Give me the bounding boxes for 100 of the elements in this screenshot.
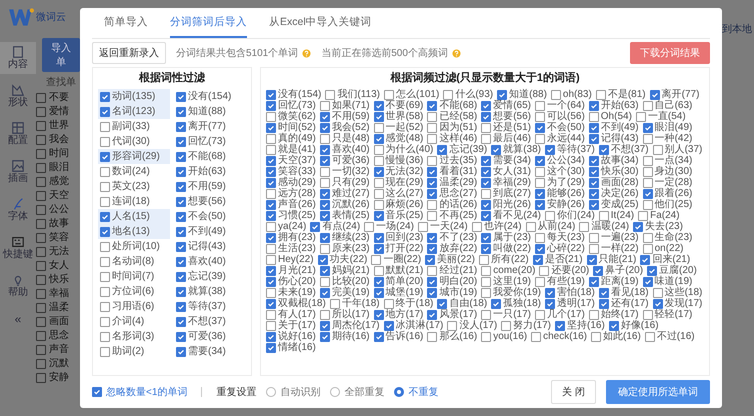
checkbox[interactable] [588, 134, 599, 144]
checkbox[interactable] [374, 266, 384, 276]
radio-button[interactable] [330, 387, 340, 397]
checkbox[interactable] [266, 332, 276, 342]
checkbox[interactable] [266, 100, 276, 110]
checkbox[interactable] [596, 90, 606, 100]
checkbox[interactable] [176, 182, 186, 192]
checkbox[interactable] [176, 196, 186, 206]
checkbox[interactable] [374, 276, 384, 286]
checkbox[interactable] [318, 254, 328, 264]
checkbox[interactable] [650, 90, 660, 100]
checkbox[interactable] [427, 210, 438, 220]
checkbox[interactable] [497, 90, 508, 100]
checkbox[interactable] [266, 288, 276, 298]
checkbox[interactable] [100, 212, 110, 222]
checkbox[interactable] [330, 298, 340, 308]
checkbox[interactable] [427, 288, 438, 298]
checkbox[interactable] [437, 298, 448, 308]
checkbox[interactable] [531, 332, 542, 342]
checkbox[interactable] [176, 212, 186, 222]
checkbox[interactable] [642, 310, 653, 320]
checkbox[interactable] [534, 232, 545, 242]
checkbox[interactable] [598, 144, 609, 154]
checkbox[interactable] [176, 152, 186, 162]
checkbox[interactable] [384, 298, 394, 308]
checkbox[interactable] [374, 210, 384, 220]
checkbox[interactable] [534, 244, 545, 254]
checkbox[interactable] [638, 210, 648, 220]
checkbox[interactable] [532, 254, 543, 264]
checkbox[interactable] [374, 288, 384, 298]
checkbox[interactable] [478, 254, 489, 264]
checkbox[interactable] [266, 232, 276, 242]
checkbox[interactable] [100, 272, 110, 282]
checkbox[interactable] [100, 122, 110, 132]
checkbox[interactable] [593, 266, 604, 276]
checkbox[interactable] [36, 176, 46, 186]
checkbox[interactable] [652, 144, 663, 154]
checkbox[interactable] [266, 320, 276, 330]
checkbox[interactable] [534, 178, 545, 188]
checkbox[interactable] [374, 112, 384, 122]
help-icon[interactable] [452, 48, 461, 58]
checkbox[interactable] [266, 254, 276, 264]
checkbox[interactable] [534, 100, 545, 110]
checkbox[interactable] [642, 134, 653, 144]
checkbox[interactable] [374, 100, 384, 110]
checkbox[interactable] [591, 332, 601, 342]
checkbox[interactable] [374, 332, 384, 342]
checkbox[interactable] [374, 156, 384, 166]
checkbox[interactable] [176, 256, 186, 266]
checkbox[interactable] [447, 320, 458, 330]
checkbox[interactable] [176, 242, 186, 252]
checkbox[interactable] [588, 156, 599, 166]
checkbox[interactable] [176, 136, 186, 146]
checkbox[interactable] [384, 90, 394, 100]
nav-item[interactable]: 快捷键 [0, 232, 36, 264]
checkbox[interactable] [325, 90, 336, 100]
checkbox[interactable] [586, 254, 597, 264]
checkbox[interactable] [642, 200, 653, 210]
checkbox[interactable] [36, 162, 46, 172]
checkbox[interactable] [100, 346, 110, 356]
checkbox[interactable] [100, 242, 110, 252]
checkbox[interactable] [36, 274, 46, 284]
checkbox[interactable] [534, 188, 545, 198]
checkbox[interactable] [598, 298, 609, 308]
checkbox[interactable] [481, 244, 492, 254]
checkbox[interactable] [100, 226, 110, 236]
checkbox[interactable] [633, 222, 644, 232]
checkbox[interactable] [642, 276, 653, 286]
checkbox[interactable] [588, 310, 599, 320]
checkbox[interactable] [534, 134, 545, 144]
checkbox[interactable] [100, 152, 110, 162]
checkbox[interactable] [364, 222, 374, 232]
checkbox[interactable] [100, 256, 110, 266]
checkbox[interactable] [642, 232, 653, 242]
checkbox[interactable] [320, 310, 330, 320]
checkbox[interactable] [647, 266, 658, 276]
checkbox[interactable] [36, 316, 46, 326]
checkbox[interactable] [418, 222, 428, 232]
checkbox[interactable] [36, 246, 46, 256]
checkbox[interactable] [176, 302, 186, 312]
checkbox[interactable] [588, 188, 599, 198]
checkbox[interactable] [544, 144, 555, 154]
checkbox[interactable] [598, 210, 609, 220]
checkbox[interactable] [320, 122, 330, 132]
collapse-toggle[interactable]: « [14, 312, 22, 326]
checkbox[interactable] [100, 92, 110, 102]
checkbox[interactable] [544, 298, 555, 308]
checkbox[interactable] [481, 156, 492, 166]
checkbox[interactable] [36, 120, 46, 130]
checkbox[interactable] [427, 244, 438, 254]
checkbox[interactable] [472, 222, 482, 232]
checkbox[interactable] [384, 320, 394, 330]
checkbox[interactable] [36, 106, 46, 116]
checkbox[interactable] [176, 166, 186, 176]
checkbox[interactable] [320, 232, 330, 242]
checkbox[interactable] [320, 288, 330, 298]
checkbox[interactable] [320, 178, 330, 188]
checkbox[interactable] [36, 92, 46, 102]
checkbox[interactable] [588, 178, 599, 188]
checkbox[interactable] [176, 92, 186, 102]
